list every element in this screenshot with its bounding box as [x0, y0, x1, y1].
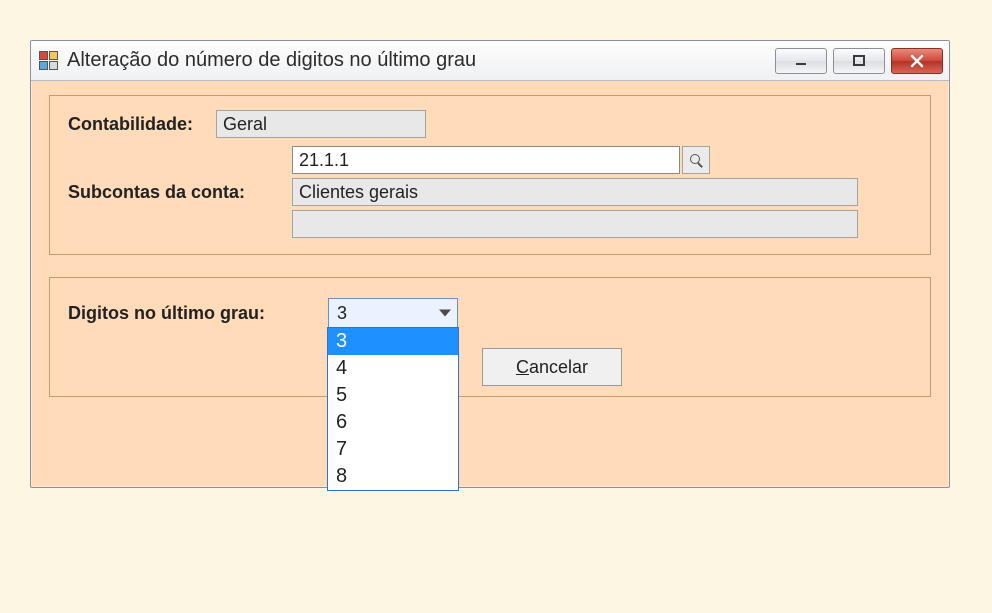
- label-contabilidade: Contabilidade:: [68, 114, 216, 135]
- minimize-button[interactable]: [775, 48, 827, 74]
- maximize-icon: [852, 54, 866, 68]
- digitos-option[interactable]: 3: [328, 328, 458, 355]
- account-group: Contabilidade: Geral Subcontas da conta:…: [49, 95, 931, 255]
- client-area: Contabilidade: Geral Subcontas da conta:…: [31, 81, 949, 437]
- digitos-option[interactable]: 5: [328, 382, 458, 409]
- lookup-button[interactable]: [682, 146, 710, 174]
- maximize-button[interactable]: [833, 48, 885, 74]
- window-title: Alteração do número de digitos no último…: [67, 49, 775, 72]
- label-subcontas: Subcontas da conta:: [68, 182, 292, 203]
- digitos-option[interactable]: 7: [328, 436, 458, 463]
- cancelar-rest: ancelar: [529, 357, 588, 377]
- digitos-option[interactable]: 6: [328, 409, 458, 436]
- digitos-group: Digitos no último grau: 3 345678 C: [49, 277, 931, 397]
- dialog-window: Alteração do número de digitos no último…: [30, 40, 950, 488]
- dialog-buttons: C Cancelar: [50, 348, 930, 386]
- digitos-dropdown-list[interactable]: 345678: [327, 327, 459, 491]
- cancelar-accel: C: [516, 357, 529, 377]
- descricao-field-1: Clientes gerais: [292, 178, 858, 206]
- cancelar-button[interactable]: Cancelar: [482, 348, 622, 386]
- label-digitos: Digitos no último grau:: [68, 303, 328, 324]
- close-icon: [909, 54, 925, 68]
- close-button[interactable]: [891, 48, 943, 74]
- form-icon: [39, 51, 59, 71]
- digitos-option[interactable]: 8: [328, 463, 458, 490]
- digitos-selected-value: 3: [337, 303, 347, 324]
- titlebar[interactable]: Alteração do número de digitos no último…: [31, 41, 949, 81]
- search-icon: [690, 154, 702, 166]
- descricao-field-2: [292, 210, 858, 238]
- subconta-input[interactable]: 21.1.1: [292, 146, 680, 174]
- digitos-combobox[interactable]: 3: [328, 298, 458, 328]
- digitos-option[interactable]: 4: [328, 355, 458, 382]
- minimize-icon: [794, 54, 808, 68]
- contabilidade-field: Geral: [216, 110, 426, 138]
- window-controls: [775, 48, 943, 74]
- chevron-down-icon: [439, 310, 451, 317]
